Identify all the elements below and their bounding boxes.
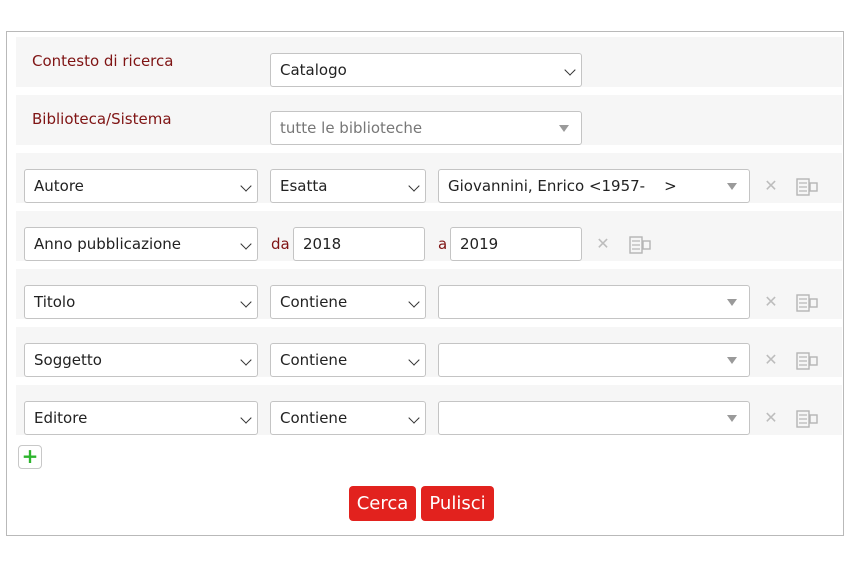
chevron-down-icon	[240, 296, 252, 308]
field-select-title[interactable]: Titolo	[24, 285, 258, 319]
chevron-down-icon	[240, 238, 252, 250]
chevron-down-icon	[240, 354, 252, 366]
term-builder-icon[interactable]	[796, 294, 818, 312]
library-label: Biblioteca/Sistema	[32, 110, 172, 128]
field-select-value: Autore	[34, 177, 84, 195]
operator-select-publisher[interactable]: Contiene	[270, 401, 426, 435]
dropdown-arrow-icon	[727, 299, 737, 306]
term-builder-icon[interactable]	[796, 352, 818, 370]
operator-select-subject[interactable]: Contiene	[270, 343, 426, 377]
search-criteria-row-publisher: Editore Contiene ✕	[16, 385, 842, 435]
value-combobox-publisher[interactable]	[438, 401, 750, 435]
library-value: tutte le biblioteche	[280, 119, 423, 137]
library-row: Biblioteca/Sistema tutte le biblioteche	[16, 95, 842, 145]
search-button[interactable]: Cerca	[349, 486, 416, 521]
close-icon[interactable]: ✕	[763, 285, 779, 319]
year-from-value: 2018	[303, 235, 342, 253]
value-combobox-text: Giovannini, Enrico <1957- >	[448, 177, 677, 195]
search-criteria-row-year: Anno pubblicazione da 2018 a 2019 ✕	[16, 211, 842, 261]
term-builder-icon[interactable]	[796, 178, 818, 196]
close-icon[interactable]: ✕	[763, 169, 779, 203]
search-criteria-row-author: Autore Esatta Giovannini, Enrico <1957- …	[16, 153, 842, 203]
chevron-down-icon	[408, 180, 420, 192]
chevron-down-icon	[564, 64, 576, 76]
field-select-value: Anno pubblicazione	[34, 235, 182, 253]
search-context-row: Contesto di ricerca Catalogo	[16, 37, 842, 87]
clear-button[interactable]: Pulisci	[421, 486, 494, 521]
dropdown-arrow-icon	[727, 357, 737, 364]
dropdown-arrow-icon	[559, 125, 569, 132]
operator-select-value: Contiene	[280, 293, 348, 311]
dropdown-arrow-icon	[727, 415, 737, 422]
close-icon[interactable]: ✕	[763, 401, 779, 435]
operator-select-value: Contiene	[280, 351, 348, 369]
year-from-input[interactable]: 2018	[293, 227, 425, 261]
plus-icon: +	[21, 444, 39, 468]
close-icon[interactable]: ✕	[763, 343, 779, 377]
library-select[interactable]: tutte le biblioteche	[270, 111, 582, 145]
term-builder-icon[interactable]	[629, 236, 651, 254]
field-select-year[interactable]: Anno pubblicazione	[24, 227, 258, 261]
operator-select-author[interactable]: Esatta	[270, 169, 426, 203]
field-select-value: Editore	[34, 409, 88, 427]
dropdown-arrow-icon	[727, 183, 737, 190]
search-criteria-row-title: Titolo Contiene ✕	[16, 269, 842, 319]
year-from-label: da	[271, 235, 290, 253]
value-combobox-author[interactable]: Giovannini, Enrico <1957- >	[438, 169, 750, 203]
field-select-value: Titolo	[34, 293, 76, 311]
operator-select-value: Esatta	[280, 177, 328, 195]
search-criteria-row-subject: Soggetto Contiene ✕	[16, 327, 842, 377]
operator-select-value: Contiene	[280, 409, 348, 427]
field-select-value: Soggetto	[34, 351, 102, 369]
field-select-publisher[interactable]: Editore	[24, 401, 258, 435]
year-to-input[interactable]: 2019	[450, 227, 582, 261]
value-combobox-subject[interactable]	[438, 343, 750, 377]
close-icon[interactable]: ✕	[595, 227, 611, 261]
chevron-down-icon	[408, 354, 420, 366]
search-context-value: Catalogo	[280, 61, 347, 79]
chevron-down-icon	[240, 180, 252, 192]
chevron-down-icon	[408, 412, 420, 424]
chevron-down-icon	[240, 412, 252, 424]
search-context-label: Contesto di ricerca	[32, 52, 174, 70]
search-context-select[interactable]: Catalogo	[270, 53, 582, 87]
field-select-author[interactable]: Autore	[24, 169, 258, 203]
value-combobox-title[interactable]	[438, 285, 750, 319]
year-to-value: 2019	[460, 235, 499, 253]
year-to-label: a	[438, 235, 448, 253]
term-builder-icon[interactable]	[796, 410, 818, 428]
add-criteria-button[interactable]: +	[18, 445, 42, 469]
field-select-subject[interactable]: Soggetto	[24, 343, 258, 377]
chevron-down-icon	[408, 296, 420, 308]
operator-select-title[interactable]: Contiene	[270, 285, 426, 319]
